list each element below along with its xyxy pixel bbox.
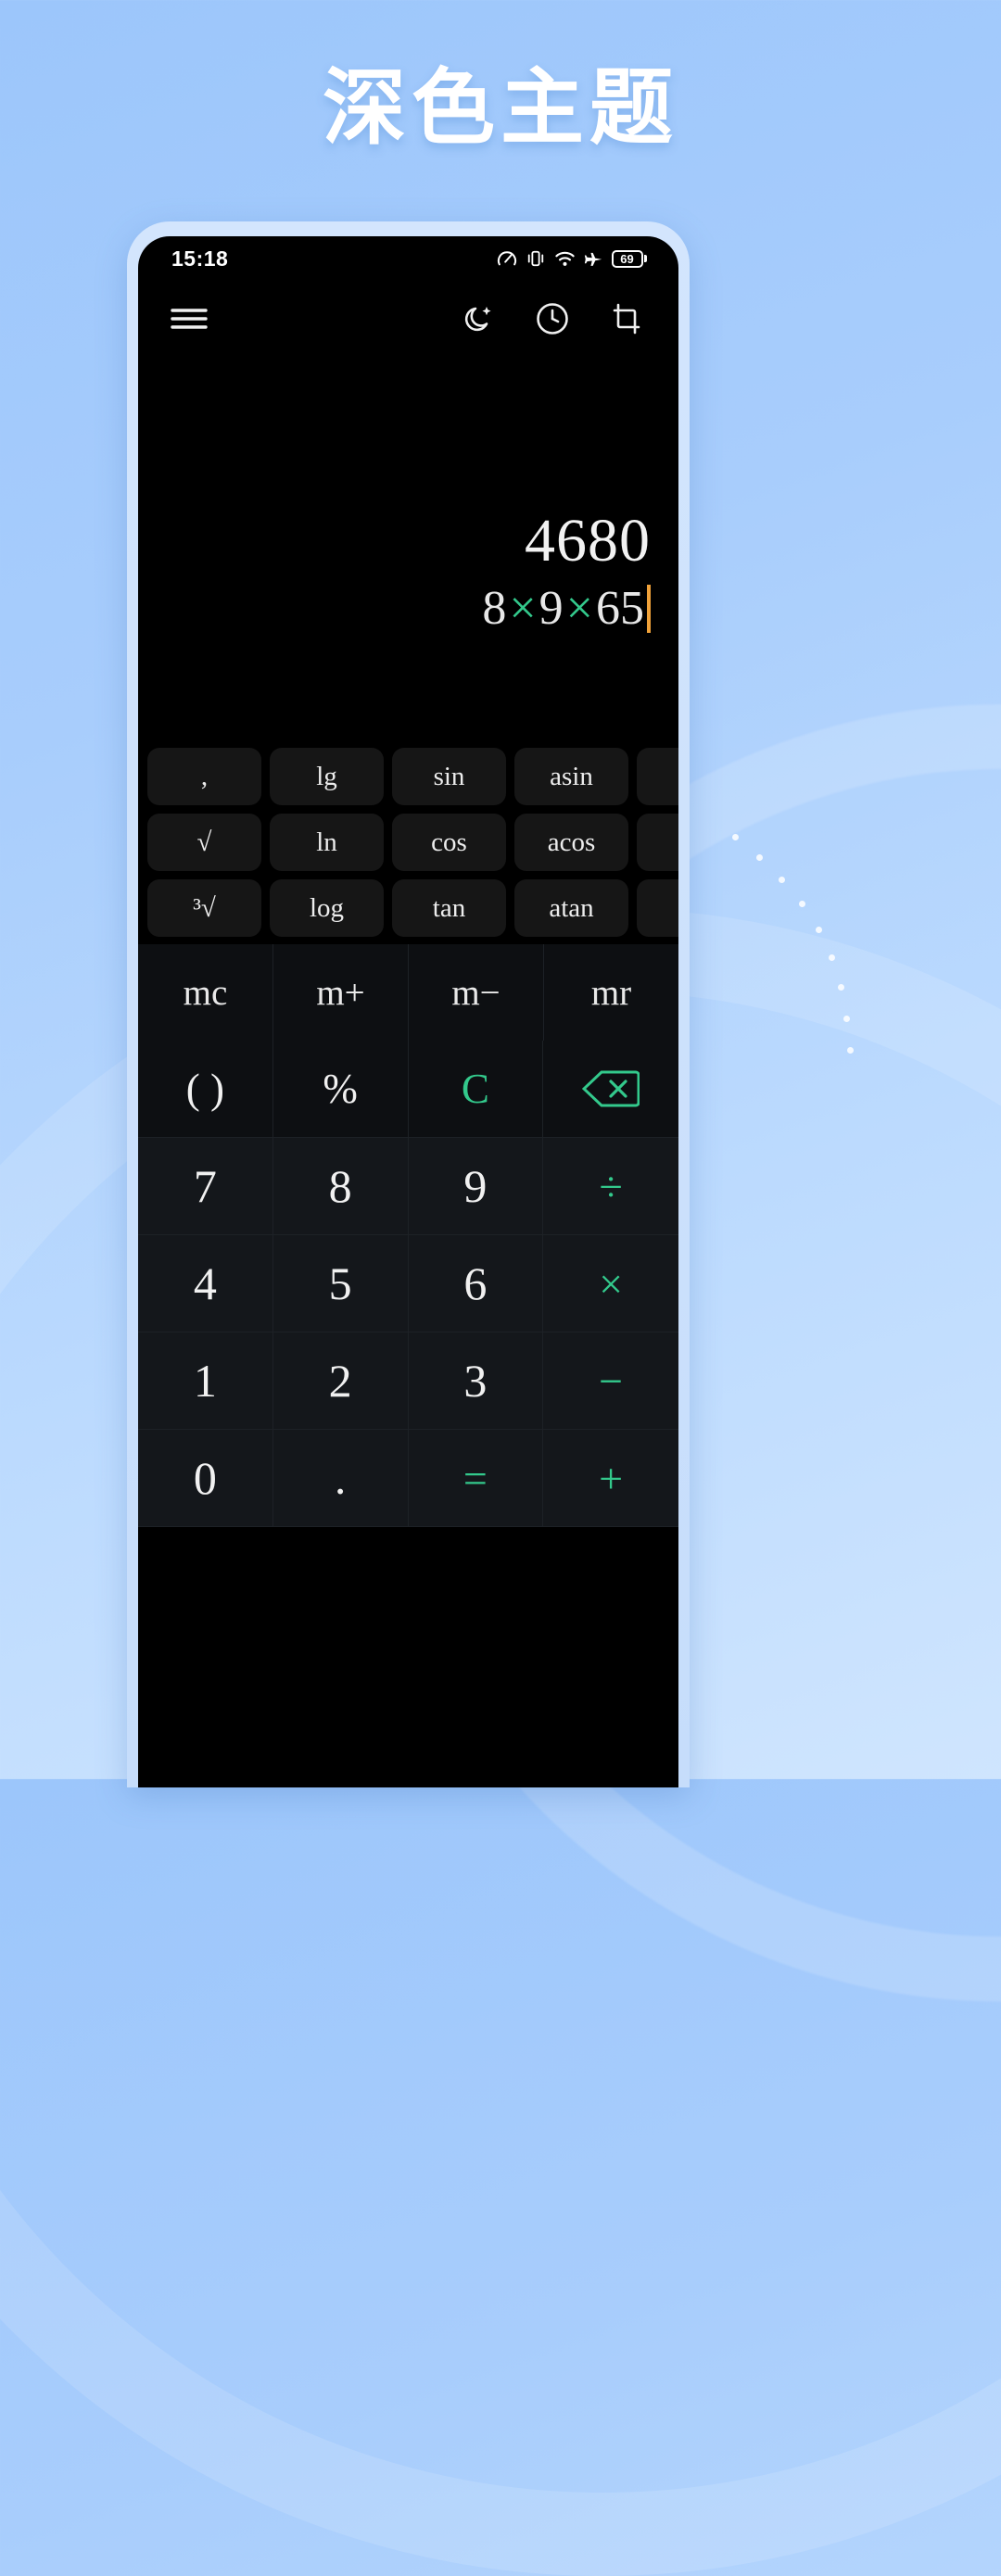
expression-number: 9 — [539, 582, 564, 635]
backspace-icon[interactable] — [543, 1041, 678, 1138]
memory-row: mc m+ m− mr — [138, 944, 678, 1041]
scientific-row: √ ln cos acos — [147, 814, 678, 871]
key-1[interactable]: 1 — [138, 1332, 273, 1430]
memory-key-m[interactable]: m− — [409, 944, 544, 1041]
wifi-icon — [554, 249, 576, 268]
airplane-icon — [584, 249, 603, 268]
vibrate-icon — [526, 249, 546, 268]
phone-frame: 15:18 69 4680 8 × 9 × 65 , lg sin asin √… — [127, 221, 690, 1787]
key-c[interactable]: C — [408, 1041, 544, 1138]
scientific-row: , lg sin asin — [147, 748, 678, 805]
sci-key-more[interactable] — [637, 748, 678, 805]
sci-key-sin[interactable]: sin — [392, 748, 506, 805]
sci-key-acos[interactable]: acos — [514, 814, 628, 871]
key-3[interactable]: 3 — [408, 1332, 544, 1430]
menu-icon[interactable] — [170, 304, 209, 334]
key-8[interactable]: 8 — [272, 1138, 409, 1235]
scientific-keypad: , lg sin asin √ ln cos acos ³√ log tan atan — [138, 742, 678, 944]
key-sym[interactable]: ÷ — [543, 1138, 678, 1235]
sci-key-more[interactable] — [637, 814, 678, 871]
expression-operator: × — [509, 582, 537, 635]
app-toolbar — [138, 281, 678, 357]
key-sym[interactable]: % — [272, 1041, 409, 1138]
memory-key-mc[interactable]: mc — [138, 944, 273, 1041]
sci-key-ln[interactable]: ln — [270, 814, 384, 871]
expression-line: 8 × 9 × 65 — [482, 585, 651, 633]
key-sym[interactable]: = — [408, 1430, 544, 1527]
expression-number: 65 — [596, 582, 644, 635]
key-2[interactable]: 2 — [272, 1332, 409, 1430]
sci-key-asin[interactable]: asin — [514, 748, 628, 805]
key-sym[interactable]: − — [543, 1332, 678, 1430]
expression-number: 8 — [482, 582, 507, 635]
expression-operator: × — [565, 582, 593, 635]
result-value: 4680 — [525, 507, 651, 575]
key-7[interactable]: 7 — [138, 1138, 273, 1235]
phone-screen: 15:18 69 4680 8 × 9 × 65 , lg sin asin √… — [138, 236, 678, 1787]
status-time: 15:18 — [171, 246, 229, 271]
sci-key-more[interactable] — [637, 879, 678, 937]
sci-key-cos[interactable]: cos — [392, 814, 506, 871]
status-icons: 69 — [497, 249, 647, 268]
battery-level: 69 — [620, 251, 634, 266]
moon-icon[interactable] — [462, 301, 497, 336]
key-sym[interactable]: × — [543, 1235, 678, 1332]
calculator-display: 4680 8 × 9 × 65 — [138, 357, 678, 742]
main-keypad: ( )% C 7 8 9 ÷ 4 5 6 × 1 2 3− 0. = + — [138, 1041, 678, 1527]
memory-key-m[interactable]: m+ — [273, 944, 409, 1041]
key-9[interactable]: 9 — [408, 1138, 544, 1235]
background-dots — [723, 834, 908, 1075]
sci-key-tan[interactable]: tan — [392, 879, 506, 937]
key-4[interactable]: 4 — [138, 1235, 273, 1332]
key-0[interactable]: 0 — [138, 1430, 273, 1527]
speedometer-icon — [497, 249, 517, 268]
sci-key-lg[interactable]: lg — [270, 748, 384, 805]
sci-key-√[interactable]: √ — [147, 814, 261, 871]
key-sym[interactable]: ( ) — [138, 1041, 273, 1138]
sci-key-log[interactable]: log — [270, 879, 384, 937]
sci-key-atan[interactable]: atan — [514, 879, 628, 937]
status-bar: 15:18 69 — [138, 236, 678, 281]
crop-icon[interactable] — [608, 300, 645, 337]
scientific-row: ³√ log tan atan — [147, 879, 678, 937]
sci-key-³√[interactable]: ³√ — [147, 879, 261, 937]
text-cursor — [647, 585, 651, 633]
key-sym[interactable]: + — [543, 1430, 678, 1527]
key-sym[interactable]: . — [272, 1430, 409, 1527]
key-6[interactable]: 6 — [408, 1235, 544, 1332]
memory-key-mr[interactable]: mr — [544, 944, 678, 1041]
key-5[interactable]: 5 — [272, 1235, 409, 1332]
sci-key-,[interactable]: , — [147, 748, 261, 805]
battery-icon: 69 — [611, 249, 647, 268]
clock-icon[interactable] — [534, 300, 571, 337]
page-title: 深色主题 — [323, 59, 678, 157]
